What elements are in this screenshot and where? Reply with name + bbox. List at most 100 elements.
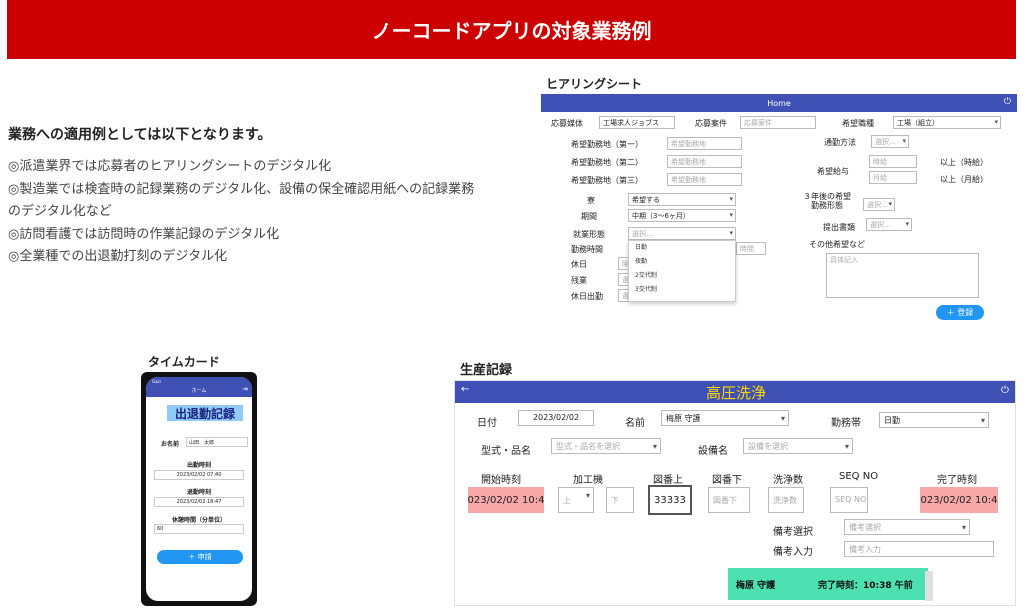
label-emp-type: 就業形態 xyxy=(573,230,605,239)
work-time-field[interactable]: 時間 xyxy=(736,242,766,255)
label-holiday: 休日 xyxy=(571,260,587,269)
label-seq: SEQ NO xyxy=(839,471,879,482)
label-end: 完了時刻 xyxy=(937,475,977,486)
intro-heading: 業務への適用例としては以下となります。 xyxy=(8,127,272,143)
power-icon[interactable]: ⏻ xyxy=(1001,385,1009,396)
back-arrow-icon[interactable]: ← xyxy=(461,384,469,395)
label-name: お名前 xyxy=(161,441,180,448)
model-select[interactable]: 型式・品名を選択 xyxy=(551,438,661,454)
production-record-screenshot: 高圧洗浄 ← ⏻ 日付 2023/02/02 名前 梅原 守護 勤務帯 日勤 型… xyxy=(454,380,1016,606)
card-worker-name: 梅原 守護 xyxy=(736,581,776,591)
dropdown-option[interactable]: 3交代制 xyxy=(629,283,735,297)
area1-field[interactable]: 希望勤務地 xyxy=(667,137,742,150)
label-start: 開始時刻 xyxy=(481,475,521,486)
label-period: 期間 xyxy=(581,212,597,221)
label-future-type: ３年後の希望 勤務形態 xyxy=(803,192,851,210)
job-select[interactable]: 工場（組立） xyxy=(893,116,1001,129)
label-work-time: 勤務時間 xyxy=(571,245,603,254)
banner-title: ノーコードアプリの対象業務例 xyxy=(371,19,652,43)
bullet-item: ◎製造業では検査時の記録業務のデジタル化、設備の保全確認用紙への記録業務のデジタ… xyxy=(8,182,475,219)
period-select[interactable]: 中期（3～6ヶ月） xyxy=(628,209,736,222)
area2-field[interactable]: 希望勤務地 xyxy=(667,155,742,168)
dropdown-option[interactable]: 夜勤 xyxy=(629,255,735,269)
dropdown-option[interactable]: 2交代制 xyxy=(629,269,735,283)
equip-select[interactable]: 設備を選択 xyxy=(743,438,853,454)
label-date: 日付 xyxy=(477,418,497,429)
register-button[interactable]: ＋ 登録 xyxy=(936,305,984,320)
media-field[interactable]: 工場求人ジョブス xyxy=(599,116,675,129)
case-field[interactable]: 応募案件 xyxy=(740,116,816,129)
label-equip: 設備名 xyxy=(698,446,728,457)
wash-count-field[interactable]: 洗浄数 xyxy=(768,487,804,513)
date-field[interactable]: 2023/02/02 xyxy=(518,410,594,426)
clock-in-field[interactable]: 2023/02/02 07:40 xyxy=(154,470,244,480)
card-done-time: 完了時刻：10:38 午前 xyxy=(818,581,913,591)
logout-icon[interactable]: ⇥ xyxy=(242,385,248,393)
dorm-select[interactable]: 希望する xyxy=(628,193,736,206)
timecard-home-title: ホーム xyxy=(191,388,207,394)
name-select[interactable]: 梅原 守護 xyxy=(661,410,789,426)
completed-record-card[interactable]: 梅原 守護 完了時刻：10:38 午前 xyxy=(728,568,928,600)
label-clock-out: 退勤時刻 xyxy=(186,489,211,496)
bullet-item: ◎派遣業界では応募者のヒアリングシートのデジタル化 xyxy=(8,159,332,174)
label-shift: 勤務帯 xyxy=(831,418,861,429)
start-time-field[interactable]: 2023/02/02 10:45 xyxy=(468,487,544,513)
apply-button[interactable]: ＋ 申請 xyxy=(157,550,243,564)
phone-frame: Gazi ホーム ⇥ 出退勤記録 お名前 山田 太郎 出勤時刻 2023/02/… xyxy=(141,372,257,606)
phone-screen: Gazi ホーム ⇥ 出退勤記録 お名前 山田 太郎 出勤時刻 2023/02/… xyxy=(146,377,252,601)
label-model: 型式・品名 xyxy=(481,446,531,457)
label-media: 応募媒体 xyxy=(551,119,583,128)
label-remark-input: 備考入力 xyxy=(773,547,813,558)
bullet-item: ◎全業種での出退勤打刻のデジタル化 xyxy=(8,249,228,264)
monthly-field[interactable]: 月給 xyxy=(869,171,917,184)
shift-dropdown-menu: 日勤 夜勤 2交代制 3交代制 xyxy=(628,240,736,302)
label-name: 名前 xyxy=(625,418,645,429)
hearing-app-title: Home xyxy=(767,98,791,108)
timecard-app-bar: Gazi ホーム ⇥ xyxy=(146,377,252,397)
name-select[interactable]: 山田 太郎 xyxy=(186,437,248,447)
remark-select[interactable]: 備考選択 xyxy=(844,519,970,535)
emp-type-select[interactable]: 選択... xyxy=(628,227,736,240)
label-other: その他希望など xyxy=(809,240,865,249)
end-time-field[interactable]: 2023/02/02 10:45 xyxy=(920,487,998,513)
status-text: Gazi xyxy=(152,379,161,384)
area3-field[interactable]: 希望勤務地 xyxy=(667,173,742,186)
label-fig-down: 図番下 xyxy=(712,475,742,486)
label-overtime: 残業 xyxy=(571,276,587,285)
production-caption: 生産記録 xyxy=(460,363,513,378)
seq-field[interactable]: SEQ NO xyxy=(830,487,868,513)
fig-down-field[interactable]: 図番下 xyxy=(708,487,750,513)
future-type-select[interactable]: 選択... xyxy=(863,198,895,211)
label-area3: 希望勤務地（第三） xyxy=(571,176,643,185)
label-case: 応募案件 xyxy=(695,119,727,128)
label-job: 希望職種 xyxy=(842,119,874,128)
commute-select[interactable]: 選択... xyxy=(871,135,909,148)
label-area1: 希望勤務地（第一） xyxy=(571,140,643,149)
remark-input[interactable]: 備考入力 xyxy=(844,541,994,557)
fig-up-field[interactable]: 33333 xyxy=(648,485,692,515)
hearing-app-bar: Home xyxy=(541,94,1017,112)
hearing-sheet-screenshot: Home ⏻ 応募媒体 工場求人ジョブス 応募案件 応募案件 希望職種 工場（組… xyxy=(541,94,1017,326)
page-banner: ノーコードアプリの対象業務例 xyxy=(7,0,1016,59)
hourly-field[interactable]: 時給 xyxy=(869,155,917,168)
power-icon[interactable]: ⏻ xyxy=(1004,97,1011,107)
shift-select[interactable]: 日勤 xyxy=(879,412,989,428)
label-commute: 通勤方法 xyxy=(824,138,856,147)
label-clock-in: 出勤時刻 xyxy=(186,462,211,469)
break-field[interactable]: 60 xyxy=(154,524,244,534)
timecard-title: 出退勤記録 xyxy=(167,405,243,421)
label-holiday-work: 休日出勤 xyxy=(571,292,603,301)
label-area2: 希望勤務地（第二） xyxy=(571,158,643,167)
bullet-item: ◎訪問看護では訪問時の作業記録のデジタル化 xyxy=(8,227,280,242)
docs-select[interactable]: 選択... xyxy=(866,218,912,231)
hearing-sheet-caption: ヒアリングシート xyxy=(546,77,643,91)
machine-select[interactable]: 上 xyxy=(558,487,594,513)
clock-out-field[interactable]: 2023/02/02 18:47 xyxy=(154,497,244,507)
machine-lower-field[interactable]: 下 xyxy=(606,487,634,513)
label-above-hour: 以上（時給） xyxy=(940,158,988,167)
dropdown-option[interactable]: 日勤 xyxy=(629,241,735,255)
label-break: 休憩時間（分単位） xyxy=(171,517,226,524)
other-textarea[interactable]: 具体記入 xyxy=(826,253,979,298)
label-remark-select: 備考選択 xyxy=(773,527,813,538)
scrollbar[interactable] xyxy=(925,571,933,601)
